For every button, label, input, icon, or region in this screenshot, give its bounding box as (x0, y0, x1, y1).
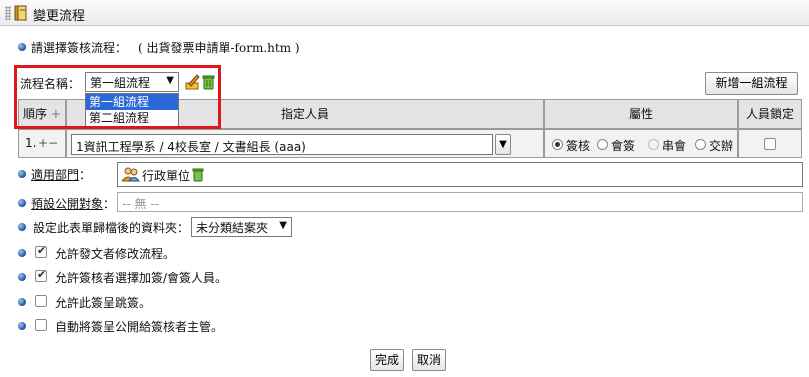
bullet-icon (18, 199, 26, 207)
property-radio-countersign[interactable] (597, 139, 608, 150)
dept-colon: ： (79, 168, 92, 182)
option-3-label: 允許此簽呈跳簽。 (55, 296, 152, 310)
property-label-serial: 串會 (662, 139, 687, 153)
public-colon: ： (103, 197, 116, 211)
property-label-sign: 簽核 (566, 139, 591, 153)
trash-icon[interactable] (192, 167, 204, 182)
lock-header: 人員鎖定 (738, 99, 802, 129)
archive-label: 設定此表單歸檔後的資料夾： (33, 221, 190, 235)
property-label-assign: 交辦 (709, 139, 734, 153)
row-lock-cell (738, 129, 802, 158)
property-header: 屬性 (544, 99, 738, 129)
chevron-down-icon: ▼ (279, 220, 287, 231)
cancel-button[interactable]: 取消 (412, 349, 446, 371)
bullet-icon (18, 249, 26, 257)
assignee-field[interactable]: 1資訊工程學系 / 4校長室 / 文書組長 (aaa) (71, 134, 493, 155)
dept-label[interactable]: 適用部門 (31, 166, 79, 183)
row-order-cell: 1. + − (18, 129, 66, 158)
option-2-checkbox[interactable] (35, 268, 47, 282)
row-assignee-cell: 1資訊工程學系 / 4校長室 / 文書組長 (aaa) ▼ (66, 129, 544, 158)
property-radio-sign[interactable] (552, 139, 563, 150)
assignee-value: 1資訊工程學系 / 4校長室 / 文書組長 (aaa) (76, 140, 306, 154)
add-flow-button[interactable]: 新增一組流程 (705, 72, 798, 95)
option-4-label: 自動將簽呈公開給簽核者主管。 (55, 320, 224, 334)
public-label[interactable]: 預設公開對象 (31, 195, 103, 212)
done-button[interactable]: 完成 (370, 349, 404, 371)
form-info: ( 出貨發票申請單-form.htm ) (138, 41, 300, 55)
archive-selected: 未分類結案夾 (196, 221, 269, 235)
public-field[interactable]: -- 無 -- (117, 192, 803, 212)
highlight-box (14, 65, 221, 129)
bullet-icon (18, 298, 26, 306)
choose-flow-label: 請選擇簽核流程： (31, 41, 128, 55)
assignee-dropdown-button[interactable]: ▼ (495, 134, 511, 155)
option-3-checkbox[interactable] (35, 295, 47, 307)
lock-checkbox[interactable] (764, 138, 776, 150)
option-4-checkbox[interactable] (35, 319, 47, 331)
window-title: 變更流程 (33, 9, 86, 24)
option-1-label: 允許發文者修改流程。 (55, 247, 176, 261)
book-icon (14, 5, 27, 21)
option-2-label: 允許簽核者選擇加簽/會簽人員。 (55, 271, 228, 285)
dept-field[interactable]: 行政單位 (117, 162, 803, 187)
property-radio-assign[interactable] (695, 139, 706, 150)
row-property-cell: 簽核 會簽 串會 交辦 (544, 129, 738, 158)
option-1-checkbox[interactable] (35, 244, 47, 258)
property-label-countersign: 會簽 (611, 139, 636, 153)
bullet-icon (18, 322, 26, 330)
bullet-icon (18, 273, 26, 281)
title-bar: 變更流程 (0, 0, 809, 26)
bullet-icon (18, 170, 26, 178)
bullet-icon (18, 223, 26, 231)
row-index: 1. (25, 136, 37, 150)
users-icon (122, 167, 140, 182)
drag-handle-icon[interactable] (5, 6, 11, 20)
dept-value: 行政單位 (142, 169, 191, 183)
public-value: -- 無 -- (122, 197, 159, 211)
row-add-button[interactable]: + (38, 136, 48, 150)
bullet-icon (18, 43, 26, 51)
row-remove-button[interactable]: − (48, 136, 58, 150)
property-radio-serial[interactable] (648, 139, 659, 150)
archive-folder-select[interactable]: 未分類結案夾 ▼ (191, 217, 292, 237)
